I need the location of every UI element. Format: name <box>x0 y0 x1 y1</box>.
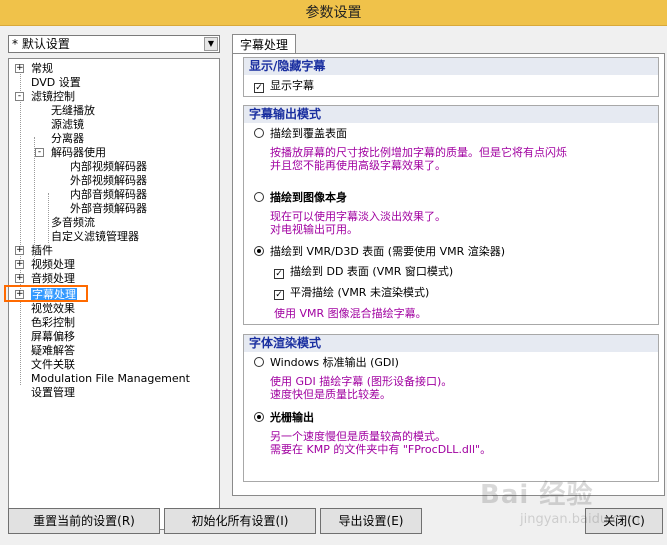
overlay-desc-2: 并且您不能再使用高级字幕效果了。 <box>270 159 446 172</box>
left-pane: * 默认设置 ▼ + 常规 DVD 设置 - 滤镜控制 无缝播放 源滤镜 分离器 -… <box>0 26 228 530</box>
tree-item-plugins[interactable]: + 插件 <box>15 244 53 258</box>
smooth-draw-checkbox[interactable]: ✓ 平滑描绘 (VMR 未渲染模式) <box>274 286 429 300</box>
checkbox-checked-icon[interactable]: ✓ <box>274 290 284 300</box>
tree-item-decoder-usage[interactable]: - 解码器使用 <box>35 146 106 160</box>
group-title: 字幕输出模式 <box>244 106 658 123</box>
tree-item-general[interactable]: + 常规 <box>15 62 53 76</box>
radio-icon[interactable] <box>254 128 264 138</box>
dd-surface-checkbox[interactable]: ✓ 描绘到 DD 表面 (VMR 窗口模式) <box>274 265 453 279</box>
tree-item-external-video-decoder[interactable]: 外部视频解码器 <box>70 174 147 188</box>
radio-draw-overlay[interactable]: 描绘到覆盖表面 <box>254 127 347 141</box>
tree-item-multi-audio[interactable]: 多音频流 <box>51 216 95 230</box>
tree-item-internal-video-decoder[interactable]: 内部视频解码器 <box>70 160 147 174</box>
tree-item-splitter[interactable]: 分离器 <box>51 132 84 146</box>
tree-item-file-association[interactable]: 文件关联 <box>31 358 75 372</box>
tree-item-external-audio-decoder[interactable]: 外部音频解码器 <box>70 202 147 216</box>
right-pane: 字幕处理 显示/隐藏字幕 ✓ 显示字幕 字幕输出模式 描绘到覆盖表面 按播放屏幕的… <box>228 26 667 506</box>
annotation-highlight-box <box>4 285 88 302</box>
tree-connector <box>48 193 49 243</box>
reset-current-button[interactable]: 重置当前的设置(R) <box>8 508 160 534</box>
expand-icon[interactable]: + <box>15 246 24 255</box>
image-desc-2: 对电视输出可用。 <box>270 223 358 236</box>
overlay-desc-1: 按播放屏幕的尺寸按比例增加字幕的质量。但是它将有点闪烁 <box>270 146 567 159</box>
radio-draw-image[interactable]: 描绘到图像本身 <box>254 191 347 205</box>
tree-item-internal-audio-decoder[interactable]: 内部音频解码器 <box>70 188 147 202</box>
tree-connector <box>20 67 21 385</box>
tree-item-color-control[interactable]: 色彩控制 <box>31 316 75 330</box>
vmr-desc: 使用 VMR 图像混合描绘字幕。 <box>274 307 427 320</box>
radio-raster-output[interactable]: 光栅输出 <box>254 411 314 425</box>
group-title: 显示/隐藏字幕 <box>244 58 658 75</box>
image-desc-1: 现在可以使用字幕淡入淡出效果了。 <box>270 210 446 223</box>
radio-gdi-output[interactable]: Windows 标准输出 (GDI) <box>254 356 399 370</box>
raster-desc-1: 另一个速度慢但是质量较高的模式。 <box>270 430 446 443</box>
tab-subtitle-processing[interactable]: 字幕处理 <box>232 34 296 54</box>
settings-panel: 显示/隐藏字幕 ✓ 显示字幕 字幕输出模式 描绘到覆盖表面 按播放屏幕的尺寸按比例… <box>232 53 665 496</box>
radio-selected-icon[interactable] <box>254 412 264 422</box>
export-settings-button[interactable]: 导出设置(E) <box>320 508 422 534</box>
tree-item-custom-filter-manager[interactable]: 自定义滤镜管理器 <box>51 230 139 244</box>
chevron-down-icon[interactable]: ▼ <box>204 37 218 51</box>
radio-icon[interactable] <box>254 357 264 367</box>
profile-select-value: * 默认设置 <box>12 37 70 51</box>
radio-draw-vmr[interactable]: 描绘到 VMR/D3D 表面 (需要使用 VMR 渲染器) <box>254 245 505 259</box>
collapse-icon[interactable]: - <box>15 92 24 101</box>
tree-item-visual-effects[interactable]: 视觉效果 <box>31 302 75 316</box>
expand-icon[interactable]: + <box>15 64 24 73</box>
tree-item-settings-management[interactable]: 设置管理 <box>31 386 75 400</box>
radio-selected-icon[interactable] <box>254 246 264 256</box>
expand-icon[interactable]: + <box>15 274 24 283</box>
title-bar: 参数设置 <box>0 0 667 26</box>
tree-item-video-processing[interactable]: + 视频处理 <box>15 258 75 272</box>
checkbox-checked-icon[interactable]: ✓ <box>274 269 284 279</box>
tree-item-screen-offset[interactable]: 屏幕偏移 <box>31 330 75 344</box>
tree-item-dvd[interactable]: DVD 设置 <box>15 76 81 90</box>
tree-item-source-filter[interactable]: 源滤镜 <box>51 118 84 132</box>
gdi-desc-2: 速度快但是质量比较差。 <box>270 388 391 401</box>
profile-select[interactable]: * 默认设置 ▼ <box>8 35 220 53</box>
window-title: 参数设置 <box>305 5 362 21</box>
tree-item-modulation-file-management[interactable]: Modulation File Management <box>31 372 190 386</box>
group-show-hide-subtitle: 显示/隐藏字幕 ✓ 显示字幕 <box>243 57 659 97</box>
show-subtitle-checkbox[interactable]: ✓ 显示字幕 <box>254 79 314 93</box>
tree-item-troubleshooting[interactable]: 疑难解答 <box>31 344 75 358</box>
checkbox-checked-icon[interactable]: ✓ <box>254 83 264 93</box>
tree-item-filter-control[interactable]: - 滤镜控制 <box>15 90 75 104</box>
init-all-button[interactable]: 初始化所有设置(I) <box>164 508 316 534</box>
gdi-desc-1: 使用 GDI 描绘字幕 (图形设备接口)。 <box>270 375 453 388</box>
expand-icon[interactable]: + <box>15 260 24 269</box>
tree-item-seamless[interactable]: 无缝播放 <box>51 104 95 118</box>
group-title: 字体渲染模式 <box>244 335 658 352</box>
raster-desc-2: 需要在 KMP 的文件夹中有 "FProcDLL.dll"。 <box>270 443 492 456</box>
tree-item-audio-processing[interactable]: + 音频处理 <box>15 272 75 286</box>
group-font-render-mode: 字体渲染模式 Windows 标准输出 (GDI) 使用 GDI 描绘字幕 (图… <box>243 334 659 482</box>
watermark-logo: Bai 经验 jingyan.baidu.com <box>480 480 640 527</box>
group-subtitle-output-mode: 字幕输出模式 描绘到覆盖表面 按播放屏幕的尺寸按比例增加字幕的质量。但是它将有点… <box>243 105 659 325</box>
radio-icon[interactable] <box>254 192 264 202</box>
collapse-icon[interactable]: - <box>35 148 44 157</box>
